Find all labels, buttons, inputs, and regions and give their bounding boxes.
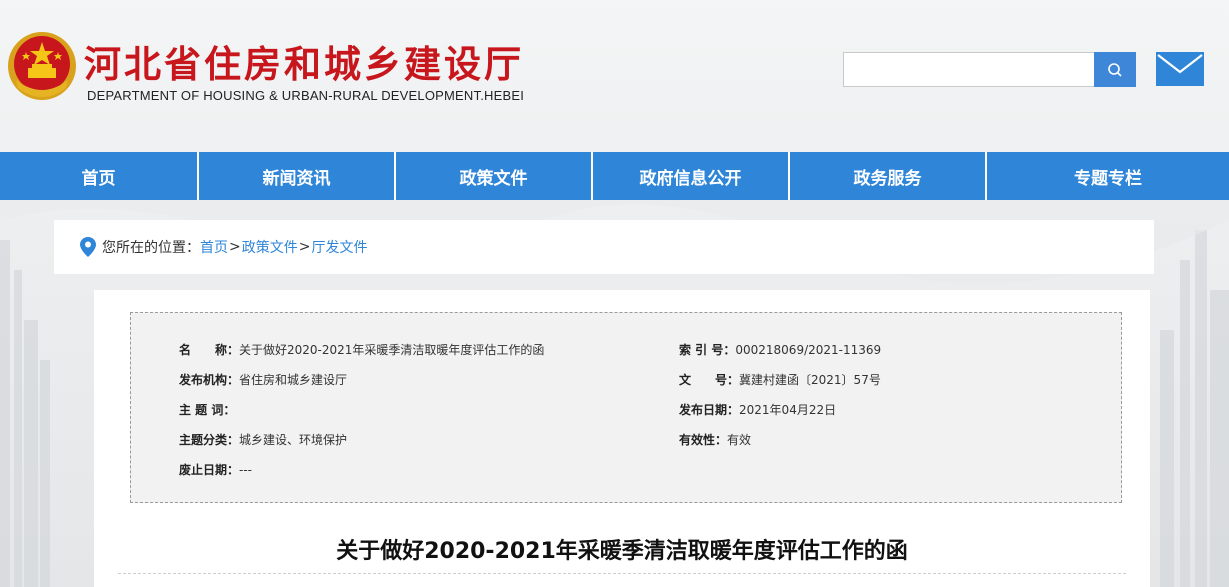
meta-key: 发布日期： xyxy=(679,403,740,417)
breadcrumb-link-dept-docs[interactable]: 厅发文件 xyxy=(311,237,367,257)
meta-expire-date: 废止日期：--- xyxy=(179,461,252,478)
search-icon xyxy=(1108,62,1122,77)
meta-subject: 主 题 词： xyxy=(179,401,235,418)
meta-category: 主题分类：城乡建设、环境保护 xyxy=(179,431,347,448)
meta-validity: 有效性：有效 xyxy=(679,431,751,448)
meta-key: 有效性： xyxy=(679,433,728,447)
location-pin-icon xyxy=(80,237,96,257)
nav-item-gov-info[interactable]: 政府信息公开 xyxy=(593,152,790,200)
breadcrumb-prefix: 您所在的位置： xyxy=(102,240,200,256)
national-emblem-icon xyxy=(8,32,76,100)
meta-value: 关于做好2020-2021年采暖季清洁取暖年度评估工作的函 xyxy=(239,343,545,357)
nav-item-services[interactable]: 政务服务 xyxy=(790,152,987,200)
meta-index: 索 引 号：000218069/2021-11369 xyxy=(679,341,881,358)
document-meta-box: 名 称：关于做好2020-2021年采暖季清洁取暖年度评估工作的函 索 引 号：… xyxy=(130,312,1122,503)
site-subtitle: DEPARTMENT OF HOUSING & URBAN-RURAL DEVE… xyxy=(87,88,525,103)
meta-key: 废止日期： xyxy=(179,463,240,477)
meta-value: --- xyxy=(239,463,253,477)
meta-value: 2021年04月22日 xyxy=(739,403,837,417)
breadcrumb: 您所在的位置： 首页 > 政策文件 > 厅发文件 xyxy=(54,220,1154,274)
site-header: 河北省住房和城乡建设厅 DEPARTMENT OF HOUSING & URBA… xyxy=(0,0,1229,152)
nav-item-policy[interactable]: 政策文件 xyxy=(396,152,593,200)
meta-key: 文 号： xyxy=(679,373,740,387)
meta-name: 名 称：关于做好2020-2021年采暖季清洁取暖年度评估工作的函 xyxy=(179,341,544,358)
meta-org: 发布机构：省住房和城乡建设厅 xyxy=(179,371,347,388)
content-card: 名 称：关于做好2020-2021年采暖季清洁取暖年度评估工作的函 索 引 号：… xyxy=(94,290,1150,587)
nav-item-home[interactable]: 首页 xyxy=(0,152,199,200)
breadcrumb-link-home[interactable]: 首页 xyxy=(200,237,228,257)
meta-value: 有效 xyxy=(727,433,752,447)
mail-icon xyxy=(1156,52,1204,86)
meta-value: 000218069/2021-11369 xyxy=(735,343,882,357)
meta-key: 名 称： xyxy=(179,343,240,357)
search-input[interactable] xyxy=(843,52,1095,87)
breadcrumb-separator: > xyxy=(298,239,311,255)
meta-publish-date: 发布日期：2021年04月22日 xyxy=(679,401,836,418)
breadcrumb-separator: > xyxy=(229,239,241,255)
breadcrumb-link-policy[interactable]: 政策文件 xyxy=(242,237,298,257)
main-nav: 首页 新闻资讯 政策文件 政府信息公开 政务服务 专题专栏 xyxy=(0,152,1229,200)
search-button[interactable] xyxy=(1094,52,1136,87)
title-divider xyxy=(118,573,1126,574)
meta-key: 发布机构： xyxy=(179,373,240,387)
site-title: 河北省住房和城乡建设厅 xyxy=(84,43,524,86)
nav-item-topics[interactable]: 专题专栏 xyxy=(987,152,1229,200)
meta-value: 冀建村建函〔2021〕57号 xyxy=(739,373,881,387)
mail-button[interactable] xyxy=(1156,52,1204,86)
meta-value: 省住房和城乡建设厅 xyxy=(239,373,348,387)
document-title: 关于做好2020-2021年采暖季清洁取暖年度评估工作的函 xyxy=(336,539,908,564)
meta-key: 主题分类： xyxy=(179,433,240,447)
meta-doc-number: 文 号：冀建村建函〔2021〕57号 xyxy=(679,371,881,388)
meta-key: 主 题 词： xyxy=(179,403,236,417)
meta-value: 城乡建设、环境保护 xyxy=(239,433,348,447)
nav-item-news[interactable]: 新闻资讯 xyxy=(199,152,396,200)
meta-key: 索 引 号： xyxy=(679,343,736,357)
